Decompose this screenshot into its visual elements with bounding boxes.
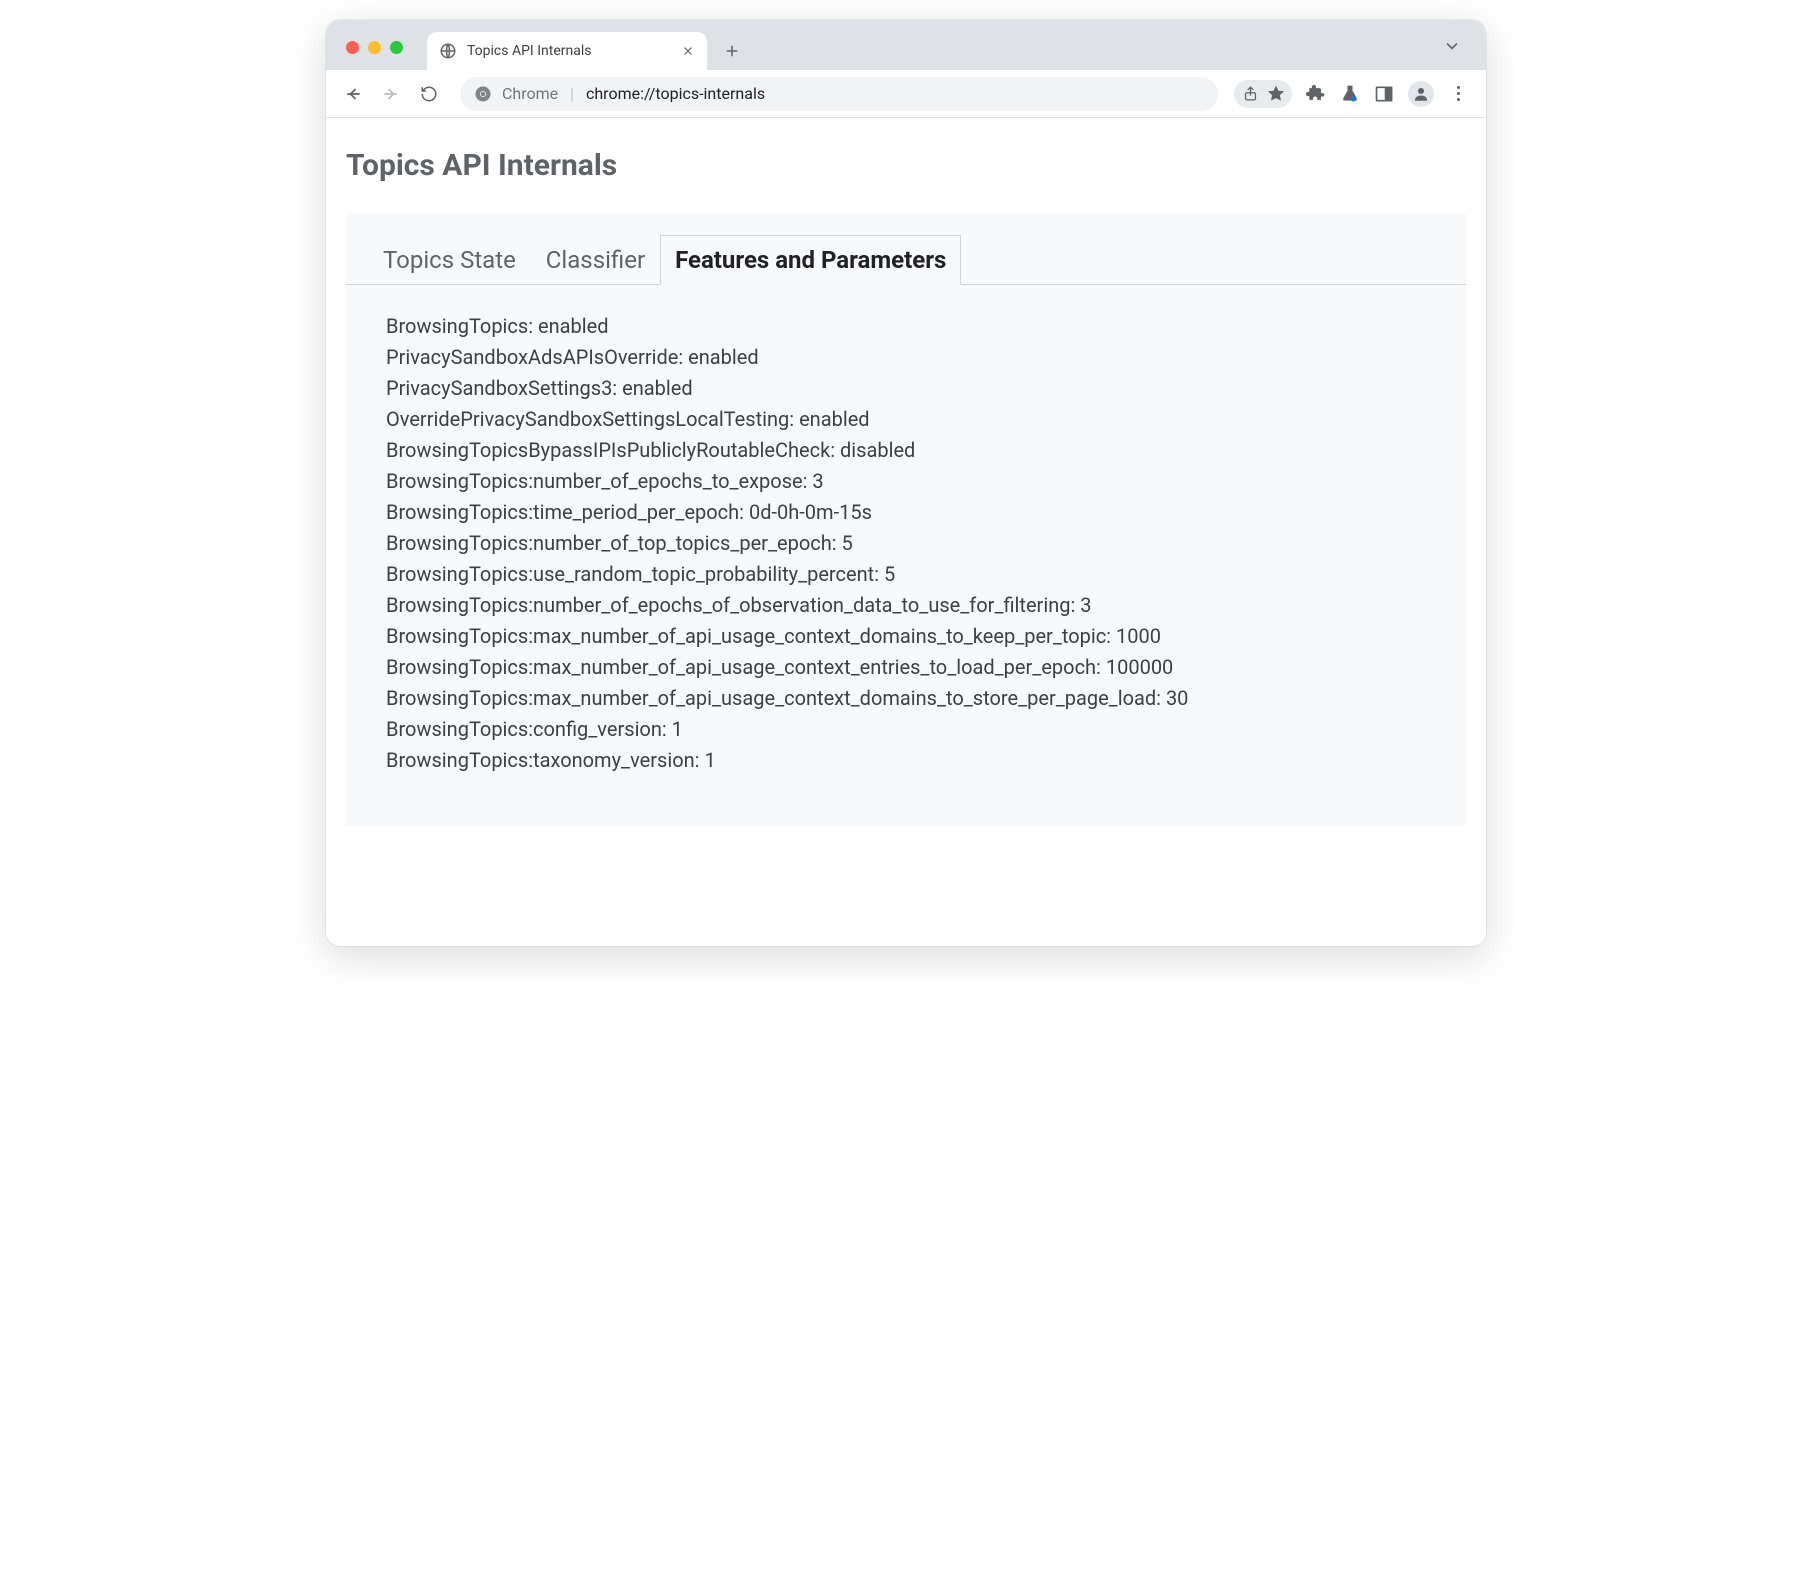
new-tab-button[interactable] bbox=[717, 36, 747, 66]
window-minimize-button[interactable] bbox=[368, 41, 381, 54]
profile-avatar[interactable] bbox=[1408, 81, 1434, 107]
feature-line: BrowsingTopics:max_number_of_api_usage_c… bbox=[386, 621, 1426, 652]
share-icon[interactable] bbox=[1240, 84, 1260, 104]
feature-line: BrowsingTopics: enabled bbox=[386, 311, 1426, 342]
feature-line: BrowsingTopicsBypassIPIsPubliclyRoutable… bbox=[386, 435, 1426, 466]
url-path: chrome://topics-internals bbox=[586, 84, 765, 103]
tab-overflow-button[interactable] bbox=[1442, 36, 1462, 56]
feature-line: BrowsingTopics:number_of_epochs_to_expos… bbox=[386, 466, 1426, 497]
window-controls bbox=[346, 41, 403, 54]
subtabs: Topics State Classifier Features and Par… bbox=[346, 235, 1466, 285]
share-and-bookmark bbox=[1234, 80, 1292, 108]
browser-tab[interactable]: Topics API Internals bbox=[427, 32, 707, 70]
toolbar: Chrome | chrome://topics-internals bbox=[326, 70, 1486, 118]
feature-line: BrowsingTopics:number_of_top_topics_per_… bbox=[386, 528, 1426, 559]
url-scheme: Chrome bbox=[502, 84, 558, 103]
feature-line: BrowsingTopics:number_of_epochs_of_obser… bbox=[386, 590, 1426, 621]
toolbar-actions bbox=[1234, 80, 1474, 108]
close-tab-icon[interactable] bbox=[681, 44, 695, 58]
tab-features-and-parameters[interactable]: Features and Parameters bbox=[660, 235, 961, 285]
feature-line: BrowsingTopics:taxonomy_version: 1 bbox=[386, 745, 1426, 776]
features-list: BrowsingTopics: enabled PrivacySandboxAd… bbox=[346, 285, 1466, 776]
kebab-menu-icon[interactable] bbox=[1448, 84, 1468, 104]
forward-button[interactable] bbox=[376, 79, 406, 109]
feature-line: PrivacySandboxSettings3: enabled bbox=[386, 373, 1426, 404]
tab-topics-state[interactable]: Topics State bbox=[368, 235, 531, 285]
omnibox[interactable]: Chrome | chrome://topics-internals bbox=[460, 77, 1218, 111]
page-title: Topics API Internals bbox=[346, 148, 1466, 183]
feature-line: BrowsingTopics:time_period_per_epoch: 0d… bbox=[386, 497, 1426, 528]
sidepanel-icon[interactable] bbox=[1374, 84, 1394, 104]
feature-line: BrowsingTopics:use_random_topic_probabil… bbox=[386, 559, 1426, 590]
content-box: Topics State Classifier Features and Par… bbox=[346, 213, 1466, 826]
window-maximize-button[interactable] bbox=[390, 41, 403, 54]
page-content: Topics API Internals Topics State Classi… bbox=[326, 118, 1486, 946]
browser-window: Topics API Internals bbox=[326, 20, 1486, 946]
chrome-icon bbox=[474, 85, 492, 103]
labs-icon[interactable] bbox=[1340, 84, 1360, 104]
tabstrip: Topics API Internals bbox=[326, 20, 1486, 70]
bookmark-star-icon[interactable] bbox=[1266, 84, 1286, 104]
feature-line: BrowsingTopics:max_number_of_api_usage_c… bbox=[386, 683, 1426, 714]
globe-icon bbox=[439, 42, 457, 60]
feature-line: OverridePrivacySandboxSettingsLocalTesti… bbox=[386, 404, 1426, 435]
url-text: Chrome | chrome://topics-internals bbox=[502, 84, 765, 103]
extensions-icon[interactable] bbox=[1306, 84, 1326, 104]
feature-line: PrivacySandboxAdsAPIsOverride: enabled bbox=[386, 342, 1426, 373]
tab-title: Topics API Internals bbox=[467, 43, 671, 59]
feature-line: BrowsingTopics:config_version: 1 bbox=[386, 714, 1426, 745]
reload-button[interactable] bbox=[414, 79, 444, 109]
url-separator: | bbox=[570, 84, 574, 103]
window-close-button[interactable] bbox=[346, 41, 359, 54]
feature-line: BrowsingTopics:max_number_of_api_usage_c… bbox=[386, 652, 1426, 683]
tab-classifier[interactable]: Classifier bbox=[531, 235, 660, 285]
back-button[interactable] bbox=[338, 79, 368, 109]
